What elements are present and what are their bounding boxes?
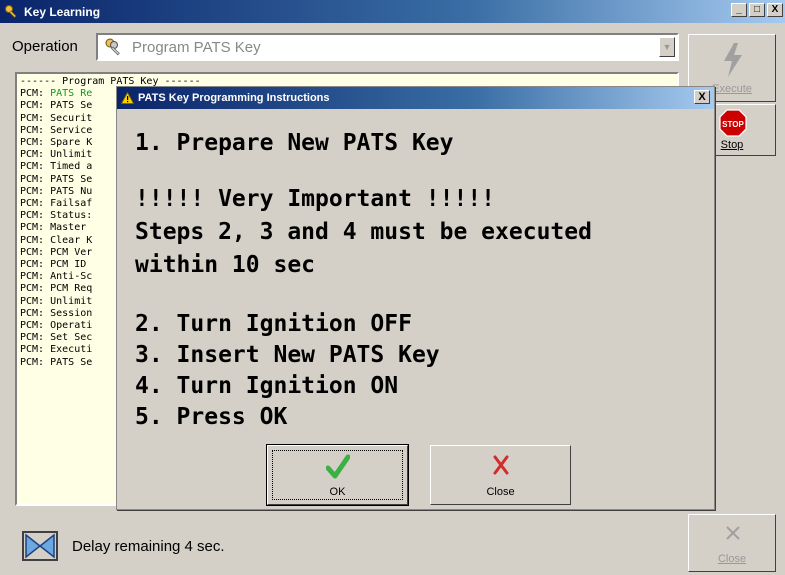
log-line-prefix: PCM: — [20, 332, 51, 344]
window-controls: _ □ X — [731, 3, 783, 17]
log-line-text: Session — [50, 307, 93, 319]
log-line-prefix: PCM: — [20, 210, 51, 222]
log-line-text: PATS Se — [50, 100, 93, 112]
log-line-text: Executi — [50, 344, 93, 356]
log-line-prefix: PCM: — [20, 88, 51, 100]
log-line-text: Clear K — [50, 234, 93, 246]
red-x-icon — [493, 455, 508, 475]
instruction-step-4: 4. Turn Ignition ON — [135, 373, 399, 399]
log-line-text: Operati — [50, 320, 93, 332]
close-action-label: Close — [486, 486, 515, 498]
log-line-prefix: PCM: — [20, 356, 51, 368]
pats-instructions-dialog: PATS Key Programming Instructions X 1. P… — [116, 86, 715, 510]
operation-selected: Program PATS Key — [132, 38, 261, 56]
log-line-prefix: PCM: — [20, 246, 51, 258]
log-line-text: PCM Req — [50, 283, 93, 295]
lightning-icon — [724, 43, 742, 77]
log-line-prefix: PCM: — [20, 161, 51, 173]
operation-label: Operation — [12, 38, 78, 55]
dialog-title: PATS Key Programming Instructions — [138, 92, 330, 104]
log-line-text: Unlimit — [50, 295, 93, 307]
log-line-text: Master — [50, 222, 93, 234]
close-label: Close — [717, 553, 747, 565]
dialog-title-bar: PATS Key Programming Instructions X — [117, 87, 714, 109]
stop-sign-text: STOP — [722, 120, 744, 129]
log-line-text: Service — [50, 124, 93, 136]
log-line-prefix: PCM: — [20, 100, 51, 112]
bowtie-icon — [22, 531, 58, 561]
dialog-close-button[interactable]: X — [694, 90, 710, 104]
keys-icon — [105, 38, 120, 56]
log-line-prefix: PCM: — [20, 173, 51, 185]
operation-dropdown[interactable]: Program PATS Key ▼ — [96, 33, 679, 61]
log-line-prefix: PCM: — [20, 149, 51, 161]
log-line-text: Securit — [50, 112, 93, 124]
log-line-text: Set Sec — [50, 332, 93, 344]
log-line-prefix: PCM: — [20, 222, 51, 234]
log-line-prefix: PCM: — [20, 124, 51, 136]
instruction-timing-2: within 10 sec — [135, 252, 316, 278]
status-text: Delay remaining 4 sec. — [72, 538, 225, 555]
log-line-prefix: PCM: — [20, 344, 51, 356]
instruction-timing: Steps 2, 3 and 4 must be executed — [135, 219, 592, 245]
chevron-down-icon[interactable]: ▼ — [659, 37, 675, 57]
log-line-prefix: PCM: — [20, 112, 51, 124]
log-line-text: Unlimit — [50, 149, 93, 161]
log-line-prefix: PCM: — [20, 234, 51, 246]
log-line-text: PATS Re — [50, 88, 93, 100]
log-line-text: Anti-Sc — [50, 271, 93, 283]
instruction-step-5: 5. Press OK — [135, 404, 288, 430]
x-icon — [726, 526, 740, 540]
window-close-button[interactable]: X — [767, 3, 783, 17]
warning-icon — [121, 92, 134, 104]
log-line-text: Timed a — [50, 161, 93, 173]
stop-sign-icon: STOP — [719, 109, 747, 137]
log-line-text: PATS Se — [50, 173, 93, 185]
title-bar: Key Learning _ □ X — [0, 0, 785, 23]
maximize-button[interactable]: □ — [749, 3, 765, 17]
log-line-prefix: PCM: — [20, 295, 51, 307]
log-line-text: PCM Ver — [50, 246, 93, 258]
log-line-text: PCM ID — [50, 259, 93, 271]
log-line-text: PATS Nu — [50, 185, 93, 197]
log-line-text: Failsaf — [50, 198, 93, 210]
close-button[interactable]: Close — [688, 514, 776, 572]
key-learning-window: Key Learning _ □ X Operation Program PAT… — [0, 0, 785, 575]
instruction-step-3: 3. Insert New PATS Key — [135, 342, 440, 368]
log-line-prefix: PCM: — [20, 283, 51, 295]
log-line-prefix: PCM: — [20, 198, 51, 210]
log-line-text: Status: — [50, 210, 93, 222]
instruction-step-1: 1. Prepare New PATS Key — [135, 130, 454, 156]
ok-label: OK — [329, 486, 346, 498]
instruction-warning: !!!!! Very Important !!!!! — [135, 186, 496, 212]
log-line-prefix: PCM: — [20, 185, 51, 197]
log-line-prefix: PCM: — [20, 320, 51, 332]
minimize-button[interactable]: _ — [731, 3, 747, 17]
log-line-prefix: PCM: — [20, 259, 51, 271]
log-line-prefix: PCM: — [20, 307, 51, 319]
keys-icon — [5, 4, 17, 18]
dialog-close-action-button[interactable]: Close — [430, 445, 571, 505]
log-line-text: PATS Se — [50, 356, 93, 368]
ok-button[interactable]: OK — [266, 444, 409, 506]
log-line-text: Spare K — [50, 137, 93, 149]
window-title: Key Learning — [24, 4, 101, 19]
checkmark-icon — [325, 454, 350, 479]
instruction-step-2: 2. Turn Ignition OFF — [135, 311, 412, 337]
log-line-prefix: PCM: — [20, 271, 51, 283]
log-line-prefix: PCM: — [20, 137, 51, 149]
